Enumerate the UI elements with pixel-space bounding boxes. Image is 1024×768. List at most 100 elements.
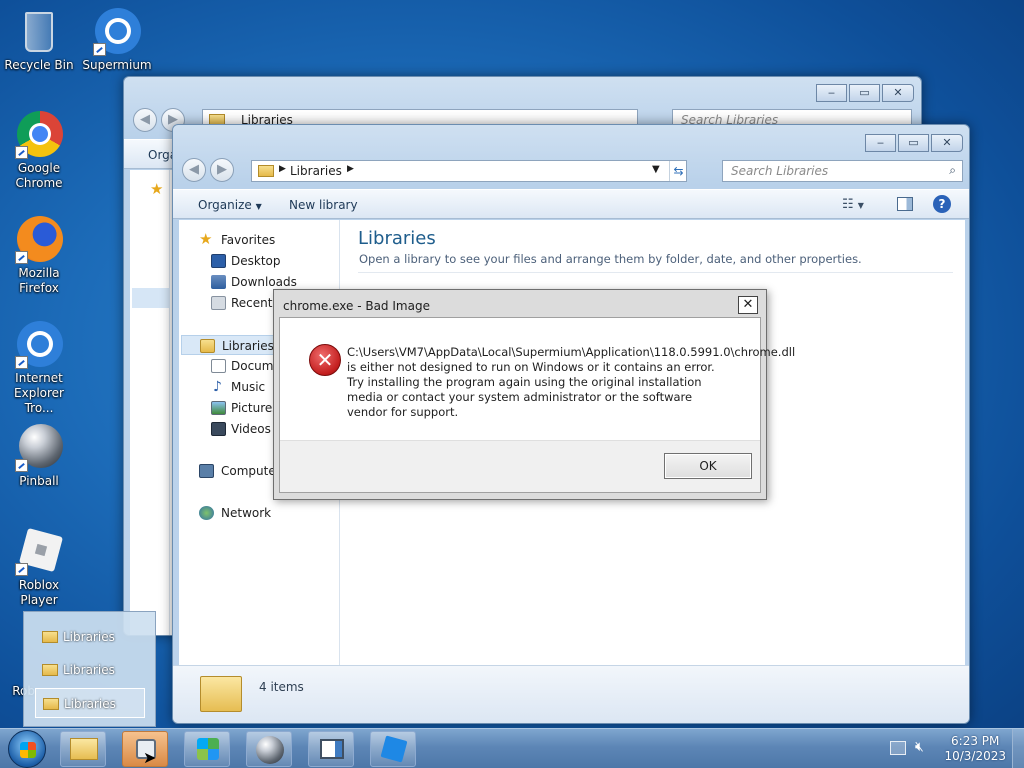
windows-logo-icon [20,742,36,758]
nav-favorites[interactable]: ★ Favorites [179,230,339,250]
firefox-icon [15,216,63,264]
error-dialog[interactable]: chrome.exe - Bad Image ✕ ✕ C:\Users\VM7\… [273,289,796,500]
dialog-close-button[interactable]: ✕ [738,296,758,314]
command-bar: Organize ▼ New library ☷ ▼ ? [173,189,969,219]
taskbar-pinball-button[interactable] [246,731,292,767]
libraries-large-icon [200,676,242,712]
address-bar[interactable]: ▶ Libraries ▶ ▼ ⇆ [251,160,687,182]
new-library-button[interactable]: New library [289,198,358,212]
content-subtitle: Open a library to see your files and arr… [359,252,862,266]
navigation-pane: ★ [130,170,170,635]
desktop-icon-supermium[interactable]: Supermium [78,8,156,73]
taskbar-roblox-button[interactable] [370,731,416,767]
back-button[interactable]: ◀ [133,108,157,132]
clock-date: 10/3/2023 [944,749,1006,763]
dialog-body: ✕ C:\Users\VM7\AppData\Local\Supermium\A… [279,317,796,493]
show-desktop-button[interactable] [1012,729,1024,768]
internet-explorer-icon [15,321,63,369]
ok-button[interactable]: OK [664,453,752,479]
desktop-icon-pinball[interactable]: Pinball [0,424,78,489]
taskbar-network-button[interactable] [184,731,230,767]
videos-icon [211,422,226,436]
preview-pane-icon[interactable] [897,197,913,211]
breadcrumb-arrow-icon: ▶ [347,164,354,174]
roblox-icon [15,527,64,576]
window-list-item[interactable]: Libraries [35,622,145,652]
desktop-icon-label: Mozilla Firefox [18,266,60,295]
item-count: 4 items [259,680,304,694]
search-icon: ⌕ [949,163,956,177]
window-list-item[interactable]: Libraries [35,655,145,685]
start-button[interactable] [8,730,46,768]
shortcut-arrow-icon [15,563,28,576]
pinball-ball-icon [256,736,284,764]
window-app-icon [320,739,344,759]
desktop-icon-label: Roblox Player [18,578,60,607]
shortcut-arrow-icon [15,146,28,159]
shortcut-arrow-icon [15,251,28,264]
documents-icon [211,359,226,373]
desktop-icon-internet-explorer[interactable]: Internet Explorer Tro... [0,321,78,416]
recycle-bin-icon [15,8,63,56]
shortcut-arrow-icon [93,43,106,56]
close-button[interactable]: ✕ [931,134,963,152]
network-diagram-icon [197,738,219,760]
desktop-icon-roblox-player[interactable]: Roblox Player [0,527,78,608]
desktop-icon-label: Recycle Bin [4,58,74,72]
star-icon: ★ [150,180,164,198]
close-button[interactable]: ✕ [882,84,914,102]
action-center-icon[interactable] [890,741,906,755]
tray-clock[interactable]: 6:23 PM 10/3/2023 [944,734,1006,764]
dialog-message: C:\Users\VM7\AppData\Local\Supermium\App… [347,345,796,419]
desktop-icon-mozilla-firefox[interactable]: Mozilla Firefox [0,216,78,296]
explorer-folder-icon [70,738,98,760]
forward-button[interactable]: ▶ [210,158,234,182]
taskbar: ➤ 🔇︎ 6:23 PM 10/3/2023 [0,728,1024,768]
address-dropdown-icon[interactable]: ▼ [652,164,660,175]
mouse-cursor-icon: ➤ [143,748,157,767]
libraries-folder-icon [42,631,58,643]
minimize-button[interactable]: ‒ [865,134,896,152]
desktop-icon-label: Pinball [19,474,59,488]
desktop-icon-label: Google Chrome [15,161,63,190]
chrome-icon [15,111,63,159]
taskbar-app-button[interactable] [308,731,354,767]
star-icon: ★ [199,230,213,248]
libraries-folder-icon [42,664,58,676]
computer-icon [199,464,214,478]
shortcut-arrow-icon [15,356,28,369]
supermium-icon [93,8,141,56]
error-icon: ✕ [309,344,341,376]
nav-desktop[interactable]: Desktop [179,251,339,271]
desktop-icon-recycle-bin[interactable]: Recycle Bin [0,8,78,73]
breadcrumb-arrow-icon: ▶ [279,164,286,174]
taskbar-explorer-button[interactable] [60,731,106,767]
organize-button[interactable]: Organize ▼ [198,198,262,212]
help-icon[interactable]: ? [933,195,951,213]
taskbar-window-list: Libraries Libraries Libraries [23,611,156,727]
maximize-button[interactable]: ▭ [849,84,880,102]
libraries-folder-icon [43,698,59,710]
clock-time: 6:23 PM [951,734,1000,748]
minimize-button[interactable]: ‒ [816,84,847,102]
desktop-icon-label: Supermium [82,58,152,72]
desktop-icon-label: Internet Explorer Tro... [14,371,64,415]
libraries-folder-icon [258,165,274,177]
chevron-down-icon: ▼ [255,202,262,211]
change-view-icon[interactable]: ☷ ▼ [842,197,864,212]
network-icon [199,506,214,520]
downloads-icon [211,275,226,289]
taskbar-control-panel-button[interactable]: ➤ [122,731,168,767]
pinball-icon [15,424,63,472]
roblox-studio-icon [380,735,408,763]
maximize-button[interactable]: ▭ [898,134,929,152]
refresh-icon[interactable]: ⇆ [669,161,687,181]
content-title: Libraries [358,228,436,249]
volume-muted-icon[interactable]: 🔇︎ [915,739,924,755]
search-input[interactable]: Search Libraries ⌕ [722,160,963,182]
nav-network[interactable]: Network [179,503,339,523]
desktop-icon-google-chrome[interactable]: Google Chrome [0,111,78,191]
window-list-item[interactable]: Libraries [35,688,145,718]
back-button[interactable]: ◀ [182,158,206,182]
libraries-item-highlight [132,288,170,308]
